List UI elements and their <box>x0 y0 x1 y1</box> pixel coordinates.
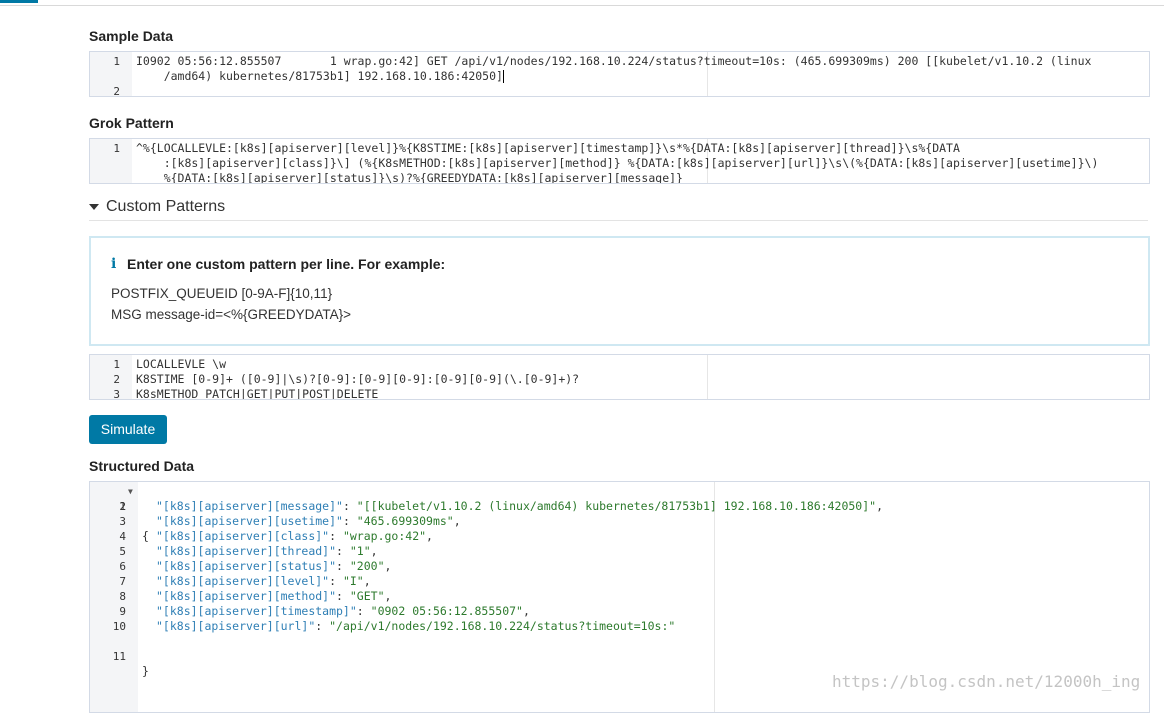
json-value: "[[kubelet/v1.10.2 (linux/amd64) kuberne… <box>356 499 877 513</box>
editor-line: 1 ^%{LOCALLEVLE:[k8s][apiserver][level]}%… <box>113 141 960 155</box>
example-line-2: MSG message-id=<%{GREEDYDATA}> <box>111 307 351 322</box>
json-key: "[k8s][apiserver][method]" <box>156 589 337 603</box>
editor-line: %{DATA:[k8s][apiserver][status]}\s)?%{GR… <box>136 171 683 184</box>
custom-patterns-toggle[interactable]: Custom Patterns <box>89 198 1148 221</box>
json-key: "[k8s][apiserver][level]" <box>156 574 330 588</box>
editor-line: 1 ▼ { <box>90 484 1149 543</box>
active-tab-indicator <box>0 0 38 3</box>
editor-line: 6 "[k8s][apiserver][status]": "200", <box>119 559 392 573</box>
json-key: "[k8s][apiserver][thread]" <box>156 544 337 558</box>
json-key: "[k8s][apiserver][url]" <box>156 619 316 633</box>
json-value: "GET" <box>349 589 385 603</box>
json-key: "[k8s][apiserver][status]" <box>156 559 337 573</box>
info-icon: i <box>111 256 117 272</box>
editor-line: 1 LOCALLEVLE \w <box>113 357 227 371</box>
editor-line: 7 "[k8s][apiserver][level]": "I", <box>119 574 371 588</box>
callout-title: Enter one custom pattern per line. For e… <box>127 256 446 272</box>
editor-line: 5 "[k8s][apiserver][thread]": "1", <box>119 544 378 558</box>
json-value: "/api/v1/nodes/192.168.10.224/status?tim… <box>329 619 676 633</box>
simulate-button[interactable]: Simulate <box>89 415 167 444</box>
sample-data-editor[interactable]: 1 I0902 05:56:12.855507 1 wrap.go:42] GET… <box>89 51 1150 97</box>
editor-line: 1 I0902 05:56:12.855507 1 wrap.go:42] GET… <box>113 54 1092 68</box>
json-value: "0902 05:56:12.855507" <box>370 604 523 618</box>
json-value: "I" <box>342 574 364 588</box>
editor-line: 3 "[k8s][apiserver][usetime]": "465.69930… <box>119 514 461 528</box>
editor-line: 2 "[k8s][apiserver][message]": "[[kubelet… <box>119 499 884 513</box>
json-value: "465.699309ms" <box>356 514 454 528</box>
editor-line: 2 <box>113 85 120 97</box>
grok-pattern-editor[interactable]: 1 ^%{LOCALLEVLE:[k8s][apiserver][level]}%… <box>89 138 1150 184</box>
json-value: "1" <box>349 544 371 558</box>
grok-pattern-title: Grok Pattern <box>89 115 174 131</box>
custom-patterns-editor[interactable]: 1 LOCALLEVLE \w 2 K8STIME [0-9]+ ([0-9]|\s… <box>89 354 1150 400</box>
watermark-text: https://blog.csdn.net/12000h_ing <box>832 672 1141 691</box>
json-key: "[k8s][apiserver][usetime]" <box>156 514 343 528</box>
editor-line: 11 } <box>112 650 149 678</box>
sample-data-title: Sample Data <box>89 28 174 44</box>
editor-line: 3 K8sMETHOD PATCH|GET|PUT|POST|DELETE <box>113 387 379 400</box>
editor-line: 4 "[k8s][apiserver][class]": "wrap.go:42"… <box>119 529 433 543</box>
top-tab-bar <box>0 0 1164 6</box>
editor-line: 8 "[k8s][apiserver][method]": "GET", <box>119 589 392 603</box>
json-key: "[k8s][apiserver][message]" <box>156 499 343 513</box>
editor-line: 9 "[k8s][apiserver][timestamp]": "0902 05… <box>119 604 530 618</box>
json-value: "wrap.go:42" <box>342 529 427 543</box>
editor-line: /amd64) kubernetes/81753b1] 192.168.10.1… <box>136 69 504 83</box>
structured-data-title: Structured Data <box>89 458 195 474</box>
text-cursor <box>502 70 504 83</box>
json-key: "[k8s][apiserver][timestamp]" <box>156 604 357 618</box>
editor-line: :[k8s][apiserver][class]}\] (%{K8sMETHOD… <box>136 156 1099 170</box>
caret-down-icon <box>89 204 99 210</box>
fold-arrow-icon[interactable]: ▼ <box>128 484 133 499</box>
custom-patterns-label: Custom Patterns <box>106 198 226 215</box>
editor-line: 10 "[k8s][apiserver][url]": "/api/v1/node… <box>112 619 676 633</box>
example-line-1: POSTFIX_QUEUEID [0-9A-F]{10,11} <box>111 286 333 301</box>
json-value: "200" <box>349 559 385 573</box>
editor-line: 2 K8STIME [0-9]+ ([0-9]|\s)?[0-9]:[0-9][0… <box>113 372 580 386</box>
json-key: "[k8s][apiserver][class]" <box>156 529 330 543</box>
custom-patterns-help-callout: i Enter one custom pattern per line. For… <box>89 236 1150 346</box>
